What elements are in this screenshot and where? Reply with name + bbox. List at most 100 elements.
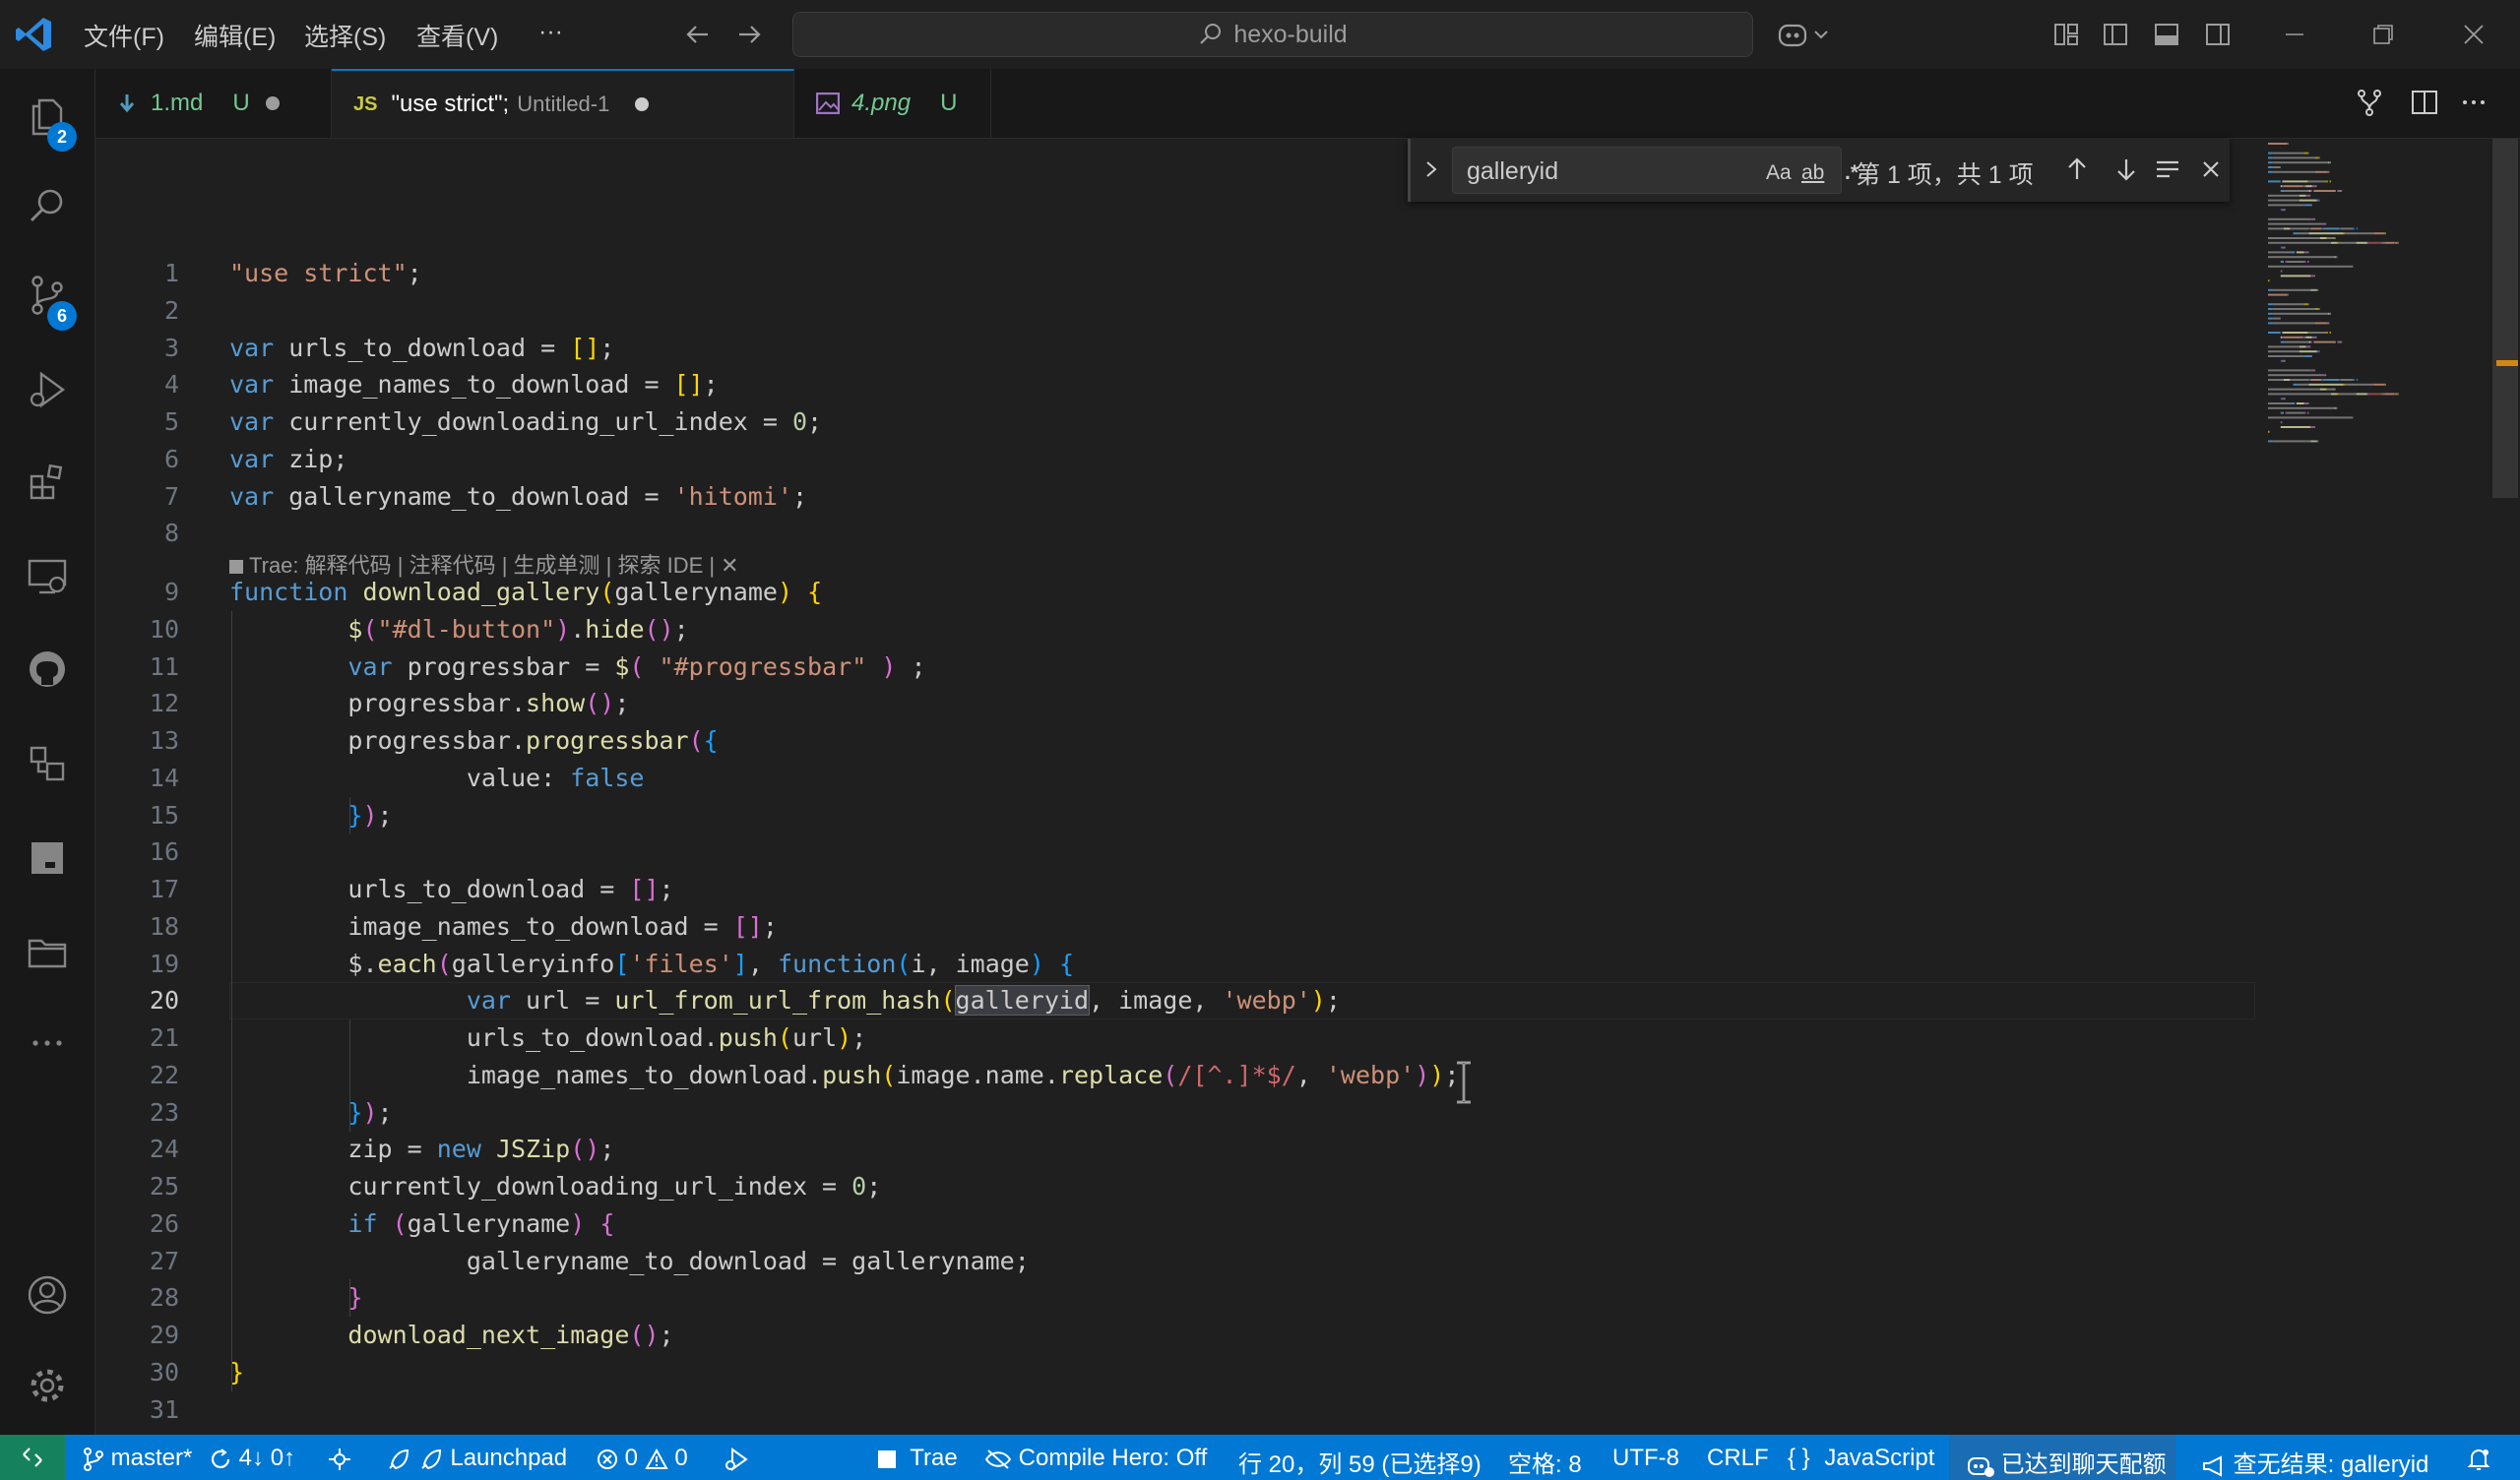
match-case-toggle[interactable]: Aa <box>1766 161 1792 185</box>
scrollbar-thumb[interactable] <box>2492 139 2518 498</box>
copilot-icon[interactable] <box>1775 16 1834 53</box>
code-line[interactable]: 7 var galleryname_to_download = 'hitomi'; <box>95 478 2261 516</box>
find-input[interactable]: galleryid Aa ab .* <box>1452 147 1858 194</box>
accounts-icon[interactable] <box>0 1256 94 1334</box>
remote-indicator-icon[interactable] <box>0 1435 65 1480</box>
code-line[interactable]: 21 urls_to_download.push(url); <box>95 1019 2261 1057</box>
tab-status: U <box>940 90 958 116</box>
cursor-position-status[interactable]: 行 20，列 59 (已选择9) <box>1238 1445 1481 1479</box>
find-in-selection-icon[interactable] <box>2151 153 2184 186</box>
encoding-status[interactable]: UTF-8 <box>1612 1445 1679 1472</box>
more-views-icon[interactable] <box>0 1004 94 1082</box>
previous-match-arrow-icon[interactable] <box>2060 153 2094 186</box>
run-debug-icon[interactable] <box>0 350 94 429</box>
code-line[interactable]: 24 zip = new JSZip(); <box>95 1131 2261 1168</box>
code-line[interactable]: 13 progressbar.progressbar({ <box>95 722 2261 760</box>
menu-selection[interactable]: 选择(S) <box>304 18 386 53</box>
language-mode-status[interactable]: { } JavaScript <box>1788 1445 1934 1472</box>
tab-untitled-1[interactable]: JS "use strict"; Untitled-1 <box>332 69 794 138</box>
code-line[interactable]: 5 var currently_downloading_url_index = 0… <box>95 403 2261 441</box>
codelens-trae[interactable]: Trae: 解释代码 | 注释代码 | 生成单测 | 探索 IDE | ✕ <box>229 548 739 580</box>
code-line[interactable]: 18 image_names_to_download = []; <box>95 908 2261 946</box>
code-line[interactable]: 15 }); <box>95 797 2261 834</box>
code-line[interactable]: 26 if (galleryname) { <box>95 1205 2261 1243</box>
code-line[interactable]: 32 var throttle_interval_ms = 1000; <box>95 1428 2261 1435</box>
match-whole-word-toggle[interactable]: ab <box>1801 161 1824 185</box>
more-actions-icon[interactable] <box>2454 83 2493 122</box>
menu-view[interactable]: 查看(V) <box>416 18 498 53</box>
forward-arrow-icon[interactable] <box>730 16 768 53</box>
code-line[interactable]: 19 $.each(galleryinfo['files'], function… <box>95 946 2261 983</box>
customize-layout-icon[interactable] <box>2048 16 2085 53</box>
sync-status[interactable]: 4↓ 0↑ <box>209 1445 295 1472</box>
source-control-graph-icon[interactable] <box>2350 83 2389 122</box>
notifications-bell-icon[interactable] <box>2467 1445 2490 1472</box>
code-line[interactable]: 17 urls_to_download = []; <box>95 871 2261 908</box>
remote-explorer-icon[interactable] <box>0 537 94 616</box>
toggle-secondary-sidebar-icon[interactable] <box>2199 16 2236 53</box>
menu-more[interactable]: ··· <box>538 18 563 46</box>
back-arrow-icon[interactable] <box>679 16 717 53</box>
source-control-icon[interactable]: 6 <box>0 256 94 335</box>
codelens-close-icon[interactable]: ✕ <box>721 553 738 578</box>
code-line[interactable]: 28 } <box>95 1279 2261 1317</box>
code-line[interactable]: 11 var progressbar = $( "#progressbar" )… <box>95 648 2261 686</box>
code-line[interactable]: 12 progressbar.show(); <box>95 685 2261 722</box>
code-line[interactable]: 6 var zip; <box>95 441 2261 478</box>
debug-status-icon[interactable] <box>723 1445 750 1472</box>
restore-icon[interactable] <box>2364 16 2402 53</box>
code-line[interactable]: 27 galleryname_to_download = galleryname… <box>95 1243 2261 1280</box>
code-line[interactable]: 29 download_next_image(); <box>95 1317 2261 1354</box>
code-line[interactable]: 20 var url = url_from_url_from_hash(gall… <box>95 982 2261 1020</box>
compile-hero-status[interactable]: Compile Hero: Off <box>984 1445 1207 1472</box>
next-match-arrow-icon[interactable] <box>2110 153 2143 186</box>
find-no-results-status[interactable]: 查无结果: galleryid <box>2201 1445 2428 1479</box>
code-line[interactable]: 22 image_names_to_download.push(image.na… <box>95 1057 2261 1094</box>
code-editor[interactable]: 1 "use strict"; 2 3 var urls_to_download = [… <box>95 139 2520 1435</box>
code-line[interactable]: 23 }); <box>95 1094 2261 1132</box>
github-icon[interactable] <box>0 630 94 709</box>
problems-status[interactable]: 0 0 <box>597 1445 688 1472</box>
toggle-primary-sidebar-icon[interactable] <box>2097 16 2134 53</box>
timeline-icon[interactable] <box>0 724 94 803</box>
code-line[interactable]: 1 "use strict"; <box>95 255 2261 292</box>
unsaved-dot-icon[interactable] <box>635 97 650 111</box>
close-window-icon[interactable] <box>2455 16 2492 53</box>
toggle-replace-chevron-icon[interactable] <box>1415 153 1448 186</box>
tab-1-md[interactable]: 1.md U <box>95 69 332 138</box>
code-line[interactable]: 30} <box>95 1354 2261 1391</box>
code-line[interactable]: 10 $("#dl-button").hide(); <box>95 611 2261 648</box>
branch-status[interactable]: master* <box>83 1445 192 1472</box>
code-line[interactable]: 8 <box>95 515 2261 552</box>
code-line[interactable]: 14 value: false <box>95 760 2261 797</box>
panel-icon[interactable] <box>0 819 94 897</box>
menu-file[interactable]: 文件(F) <box>84 18 164 53</box>
project-manager-icon[interactable] <box>0 911 94 990</box>
minimize-icon[interactable] <box>2276 16 2313 53</box>
code-line[interactable]: 2 <box>95 292 2261 330</box>
explorer-icon[interactable]: 2 <box>0 77 94 155</box>
minimap[interactable] <box>2260 139 2481 463</box>
close-find-icon[interactable] <box>2194 153 2228 186</box>
split-editor-icon[interactable] <box>2405 83 2444 122</box>
eol-status[interactable]: CRLF <box>1707 1445 1769 1472</box>
chat-quota-status[interactable]: 已达到聊天配额 <box>1967 1445 2167 1479</box>
extension-status-icon[interactable] <box>327 1445 352 1472</box>
code-line[interactable]: 31 <box>95 1391 2261 1429</box>
code-line[interactable]: 16 <box>95 833 2261 871</box>
unsaved-dot-icon[interactable] <box>265 96 280 110</box>
toggle-panel-icon[interactable] <box>2148 16 2185 53</box>
tab-4-png[interactable]: 4.png U <box>794 69 991 138</box>
settings-gear-icon[interactable] <box>0 1346 94 1425</box>
command-center-search[interactable]: hexo-build <box>792 12 1753 57</box>
code-line[interactable]: 25 currently_downloading_url_index = 0; <box>95 1168 2261 1205</box>
codelens-text[interactable]: Trae: 解释代码 | 注释代码 | 生成单测 | 探索 IDE | <box>249 553 715 578</box>
trae-status[interactable]: Trae <box>878 1445 958 1472</box>
code-line[interactable]: 4 var image_names_to_download = []; <box>95 366 2261 403</box>
launchpad-status[interactable]: Launchpad <box>386 1445 567 1472</box>
extensions-icon[interactable] <box>0 443 94 522</box>
indentation-status[interactable]: 空格: 8 <box>1508 1445 1582 1479</box>
search-icon[interactable] <box>0 167 94 246</box>
code-line[interactable]: 3 var urls_to_download = []; <box>95 330 2261 367</box>
menu-edit[interactable]: 编辑(E) <box>194 18 276 53</box>
